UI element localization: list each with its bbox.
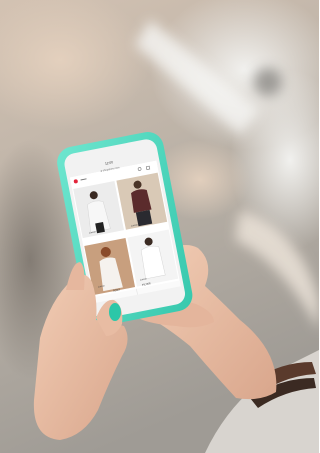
blurred-shape	[254, 68, 282, 96]
thumb-nail	[109, 303, 121, 321]
photo-scene	[0, 0, 319, 453]
